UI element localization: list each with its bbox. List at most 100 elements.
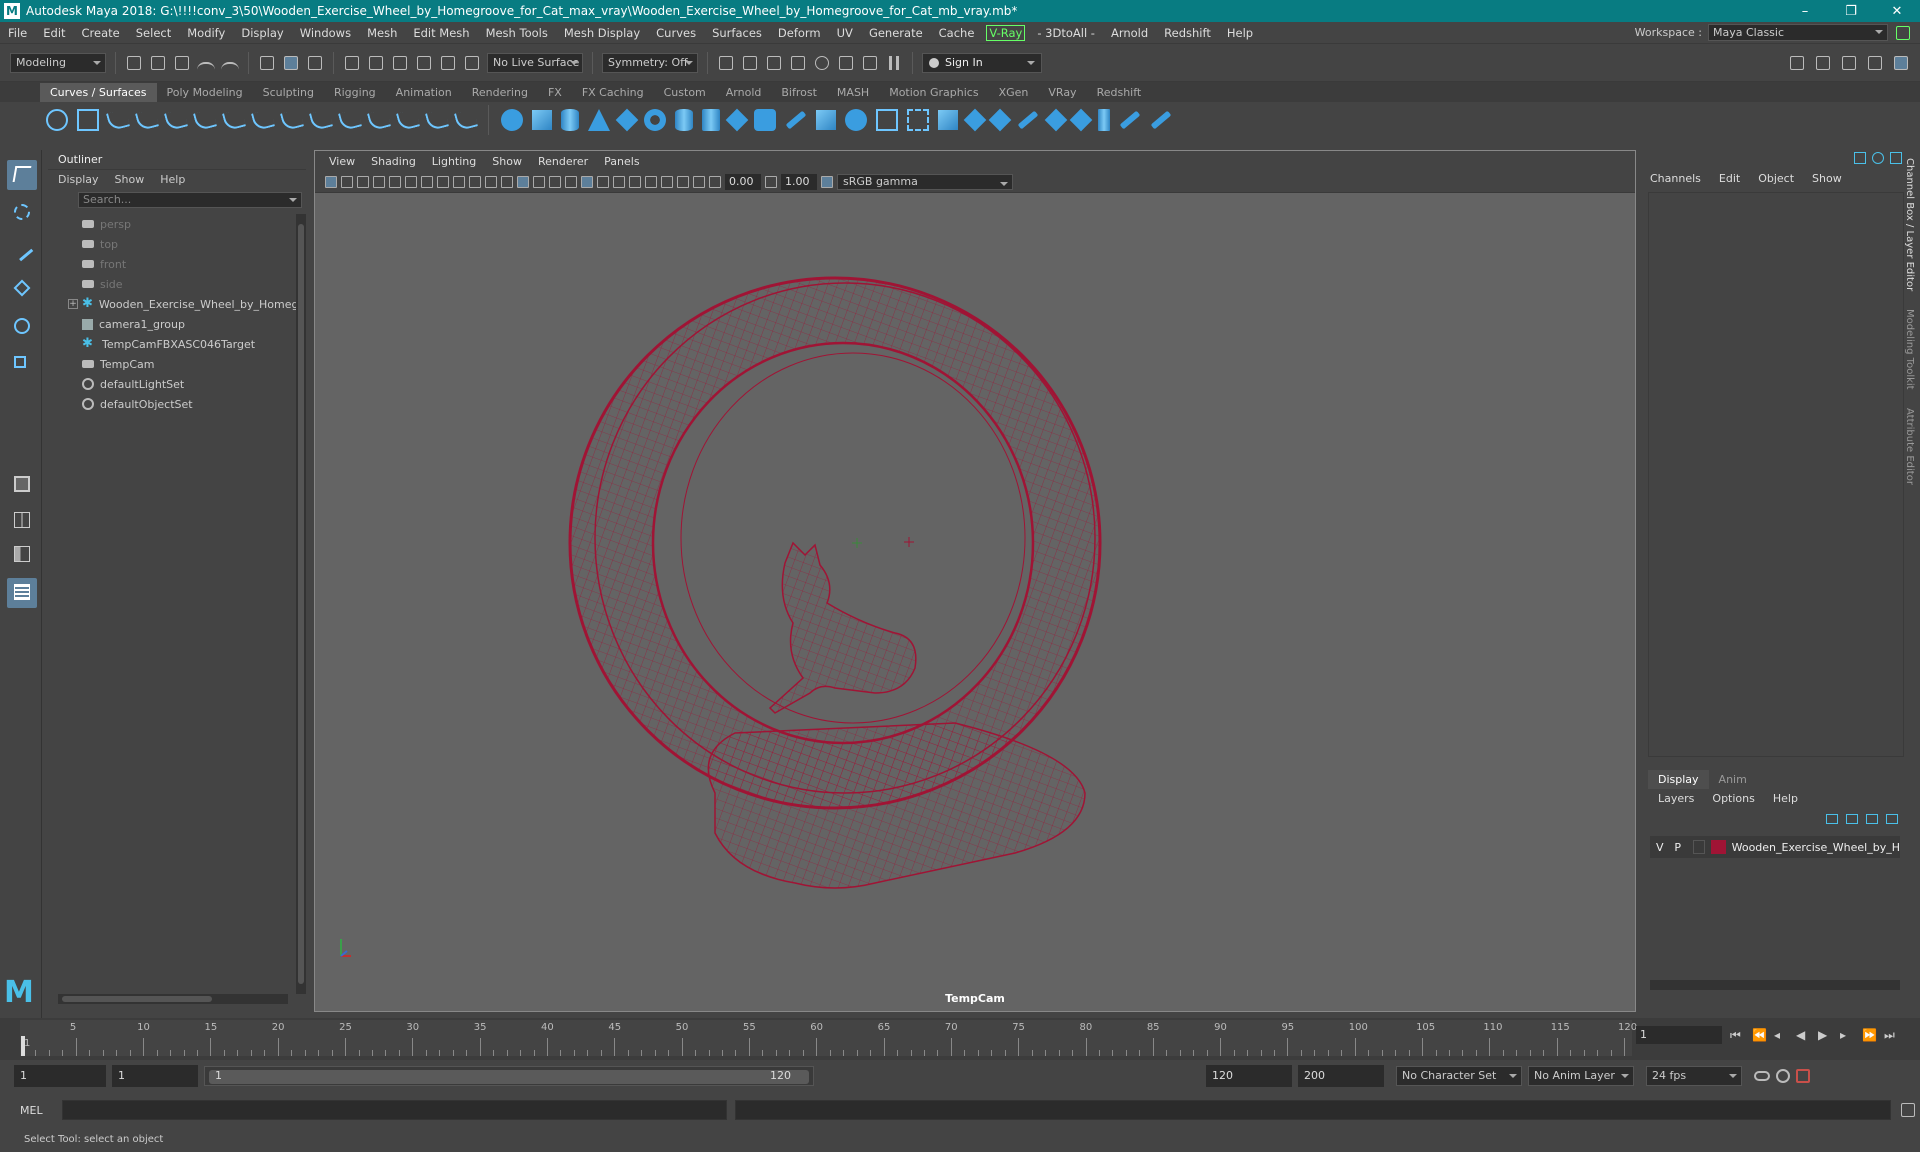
channel-box-icon[interactable] [1894, 55, 1908, 70]
nurbs-torus-icon[interactable] [644, 109, 666, 131]
shelf-tab-fx-caching[interactable]: FX Caching [572, 83, 654, 102]
light-editor-icon[interactable] [863, 55, 877, 70]
animation-end-field[interactable]: 200 [1298, 1065, 1384, 1087]
symmetry-dropdown[interactable]: Symmetry: Off [602, 52, 698, 73]
nurbs-plane-icon[interactable] [615, 108, 639, 132]
viewport-menu-shading[interactable]: Shading [363, 155, 424, 168]
lasso-tool-button[interactable] [7, 198, 37, 228]
step-back-key-icon[interactable]: ⏪ [1752, 1028, 1767, 1042]
expand-icon[interactable]: + [68, 299, 78, 309]
channel-box-menu-edit[interactable]: Edit [1719, 172, 1740, 185]
step-forward-key-icon[interactable]: ⏩ [1862, 1028, 1877, 1042]
shadows-icon[interactable] [613, 175, 625, 188]
wireframe-on-shaded-icon[interactable] [565, 175, 577, 188]
snap-live-icon[interactable] [441, 55, 455, 70]
time-ruler[interactable]: 1 5 10 15 20 25 30 35 40 45 50 55 60 65 70 75 80 85 90 95 10… [20, 1020, 1637, 1056]
menu-3dtoall[interactable]: - 3DtoAll - [1029, 26, 1103, 40]
rotate-tool-button[interactable] [7, 312, 37, 342]
detach-surfaces-icon[interactable] [988, 108, 1012, 132]
revolve-icon[interactable] [675, 109, 693, 131]
layer-color-swatch[interactable] [1711, 840, 1726, 854]
menu-redshift[interactable]: Redshift [1156, 26, 1219, 40]
modeling-toolkit-icon[interactable] [1790, 55, 1804, 70]
snap-point-icon[interactable] [393, 55, 407, 70]
cv-curve-icon[interactable] [135, 108, 159, 132]
camera-attributes-icon[interactable] [341, 175, 353, 188]
exposure-icon[interactable] [709, 175, 721, 188]
anim-layer-dropdown[interactable]: No Anim Layer [1528, 1066, 1634, 1086]
channel-box-menu-show[interactable]: Show [1812, 172, 1842, 185]
menu-uv[interactable]: UV [829, 26, 861, 40]
ambient-occlusion-icon[interactable] [629, 175, 641, 188]
new-scene-icon[interactable] [127, 55, 141, 70]
attach-curves-icon[interactable] [251, 108, 275, 132]
menu-vray[interactable]: V-Ray [986, 24, 1026, 41]
trim-tool-icon[interactable] [907, 109, 929, 131]
shelf-tab-mash[interactable]: MASH [827, 83, 879, 102]
attach-surfaces-icon[interactable] [963, 108, 987, 132]
minimize-button[interactable]: – [1782, 4, 1828, 19]
outliner-layout-button[interactable] [7, 578, 37, 608]
shelf-tab-sculpting[interactable]: Sculpting [253, 83, 324, 102]
step-forward-frame-icon[interactable]: ▸ [1840, 1028, 1854, 1042]
time-slider[interactable]: 1 5 10 15 20 25 30 35 40 45 50 55 60 65 70 75 80 85 90 95 10… [0, 1018, 1920, 1060]
layer-tab-display[interactable]: Display [1648, 770, 1709, 789]
extrude-icon[interactable] [754, 109, 776, 131]
shelf-tab-curves-surfaces[interactable]: Curves / Surfaces [40, 83, 157, 102]
maximize-button[interactable]: ❐ [1828, 4, 1874, 19]
script-editor-icon[interactable] [1901, 1103, 1915, 1117]
render-settings-icon[interactable] [791, 55, 805, 70]
menu-windows[interactable]: Windows [292, 26, 359, 40]
wheel-wireframe[interactable] [568, 276, 1102, 889]
paint-select-tool-button[interactable] [7, 236, 37, 266]
play-forwards-icon[interactable]: ▶ [1818, 1028, 1832, 1042]
outliner-item-default-object-set[interactable]: defaultObjectSet [58, 394, 296, 414]
shelf-tab-xgen[interactable]: XGen [989, 83, 1039, 102]
animation-preferences-icon[interactable] [1796, 1069, 1810, 1083]
outliner-vertical-scrollbar[interactable] [296, 214, 306, 994]
nurbs-cone-icon[interactable] [588, 109, 610, 131]
play-backwards-icon[interactable]: ◀ [1796, 1028, 1810, 1042]
motion-blur-icon[interactable] [645, 175, 657, 188]
menu-edit[interactable]: Edit [35, 26, 73, 40]
snap-pivot-icon[interactable] [465, 55, 479, 70]
shelf-tab-vray[interactable]: VRay [1038, 83, 1086, 102]
layer-display-type-toggle[interactable] [1692, 840, 1706, 854]
move-layer-up-icon[interactable] [1826, 814, 1838, 824]
snap-curve-icon[interactable] [369, 55, 383, 70]
character-controls-icon[interactable] [1816, 55, 1830, 70]
move-layer-down-icon[interactable] [1846, 814, 1858, 824]
gamma-field[interactable]: 1.00 [781, 173, 817, 190]
nurbs-circle-icon[interactable] [46, 109, 68, 131]
shelf-tab-redshift[interactable]: Redshift [1087, 83, 1152, 102]
nurbs-sphere-icon[interactable] [501, 109, 523, 131]
outliner-search-input[interactable]: Search... [78, 192, 302, 208]
menu-mesh[interactable]: Mesh [359, 26, 405, 40]
shelf-tab-fx[interactable]: FX [538, 83, 572, 102]
tool-settings-icon[interactable] [1868, 55, 1882, 70]
color-management-icon[interactable] [821, 175, 833, 188]
outliner-horizontal-scrollbar[interactable] [58, 994, 288, 1004]
gamma-icon[interactable] [765, 175, 777, 188]
pencil-curve-icon[interactable] [164, 108, 188, 132]
command-language-label[interactable]: MEL [20, 1104, 54, 1117]
layer-visibility-toggle[interactable]: V [1656, 841, 1668, 854]
menu-cache[interactable]: Cache [931, 26, 983, 40]
range-slider[interactable]: 1 120 [204, 1066, 814, 1086]
insert-isoparms-icon[interactable] [1017, 110, 1039, 130]
workspace-dropdown[interactable]: Maya Classic [1708, 24, 1888, 41]
menu-display[interactable]: Display [233, 26, 291, 40]
layer-playback-toggle[interactable]: P [1674, 841, 1686, 854]
outliner-menu-display[interactable]: Display [58, 173, 99, 186]
untrim-icon[interactable] [938, 110, 958, 130]
isolate-select-icon[interactable] [677, 175, 689, 188]
go-to-start-icon[interactable]: ⏮ [1730, 1028, 1744, 1042]
attribute-editor-icon[interactable] [1842, 55, 1856, 70]
exposure-field[interactable]: 0.00 [725, 173, 761, 190]
select-hierarchy-icon[interactable] [260, 55, 274, 70]
view-transform-dropdown[interactable]: sRGB gamma [837, 173, 1013, 190]
layer-menu-help[interactable]: Help [1773, 792, 1798, 805]
grid-icon[interactable] [421, 175, 433, 188]
use-all-lights-icon[interactable] [597, 175, 609, 188]
channel-box-menu-channels[interactable]: Channels [1650, 172, 1701, 185]
